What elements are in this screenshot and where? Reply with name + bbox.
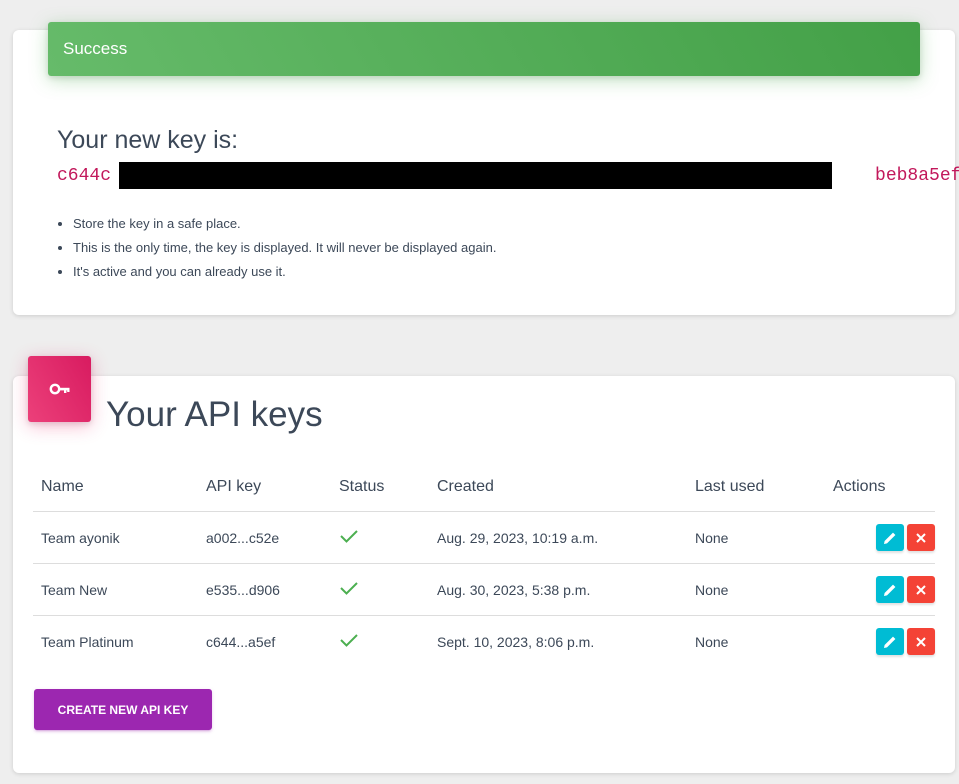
close-icon	[916, 636, 926, 647]
actions-cell	[825, 511, 935, 564]
key-last-used: None	[687, 511, 825, 564]
table-row: Team Platinum c644...a5ef Sept. 10, 2023…	[33, 616, 935, 668]
actions-cell	[825, 563, 935, 616]
key-name: Team Platinum	[41, 633, 134, 650]
new-key-suffix: beb8a5ef	[875, 166, 959, 186]
check-icon	[340, 530, 358, 543]
key-masked: e535...d906	[198, 563, 331, 616]
key-last-used: None	[695, 633, 729, 650]
col-actions-header: Actions	[825, 462, 935, 512]
key-note: Store the key in a safe place.	[73, 212, 496, 236]
create-api-key-button[interactable]: CREATE NEW API KEY	[34, 689, 212, 730]
edit-button[interactable]	[876, 524, 904, 551]
api-keys-table: Name API key Status Created Last used Ac…	[33, 462, 935, 667]
new-key-heading: Your new key is:	[57, 126, 239, 154]
col-api-key-header: API key	[198, 462, 331, 512]
col-name-header: Name	[33, 462, 198, 512]
actions-cell	[825, 616, 935, 668]
status-cell	[331, 511, 429, 564]
pencil-icon	[884, 532, 896, 544]
close-icon	[916, 532, 926, 543]
check-icon	[340, 582, 358, 595]
pencil-icon	[884, 584, 896, 596]
status-cell	[331, 616, 429, 668]
delete-button[interactable]	[907, 576, 935, 603]
api-keys-title: Your API keys	[106, 395, 323, 434]
key-icon	[28, 356, 91, 422]
key-created: Aug. 30, 2023, 5:38 p.m.	[429, 563, 687, 616]
check-icon	[340, 634, 358, 647]
key-last-used: None	[687, 563, 825, 616]
delete-button[interactable]	[907, 628, 935, 655]
key-masked: c644...a5ef	[206, 633, 276, 650]
delete-button[interactable]	[907, 524, 935, 551]
pencil-icon	[884, 636, 896, 648]
table-row: Team ayonik a002...c52e Aug. 29, 2023, 1…	[33, 511, 935, 564]
edit-button[interactable]	[876, 576, 904, 603]
key-note: It's active and you can already use it.	[73, 260, 496, 284]
key-name: Team New	[33, 563, 198, 616]
key-note: This is the only time, the key is displa…	[73, 236, 496, 260]
table-header-row: Name API key Status Created Last used Ac…	[33, 462, 935, 512]
key-created: Sept. 10, 2023, 8:06 p.m.	[437, 633, 595, 650]
key-notes-list: Store the key in a safe place. This is t…	[57, 212, 496, 284]
redaction-bar	[119, 162, 832, 189]
table-row: Team New e535...d906 Aug. 30, 2023, 5:38…	[33, 563, 935, 616]
key-created: Aug. 29, 2023, 10:19 a.m.	[429, 511, 687, 564]
success-banner: Success	[48, 22, 920, 76]
edit-button[interactable]	[876, 628, 904, 655]
key-name: Team ayonik	[33, 511, 198, 564]
col-status-header: Status	[331, 462, 429, 512]
key-masked: a002...c52e	[198, 511, 331, 564]
col-last-used-header: Last used	[687, 462, 825, 512]
new-key-prefix: c644c	[57, 166, 112, 186]
close-icon	[916, 584, 926, 595]
status-cell	[331, 563, 429, 616]
col-created-header: Created	[429, 462, 687, 512]
